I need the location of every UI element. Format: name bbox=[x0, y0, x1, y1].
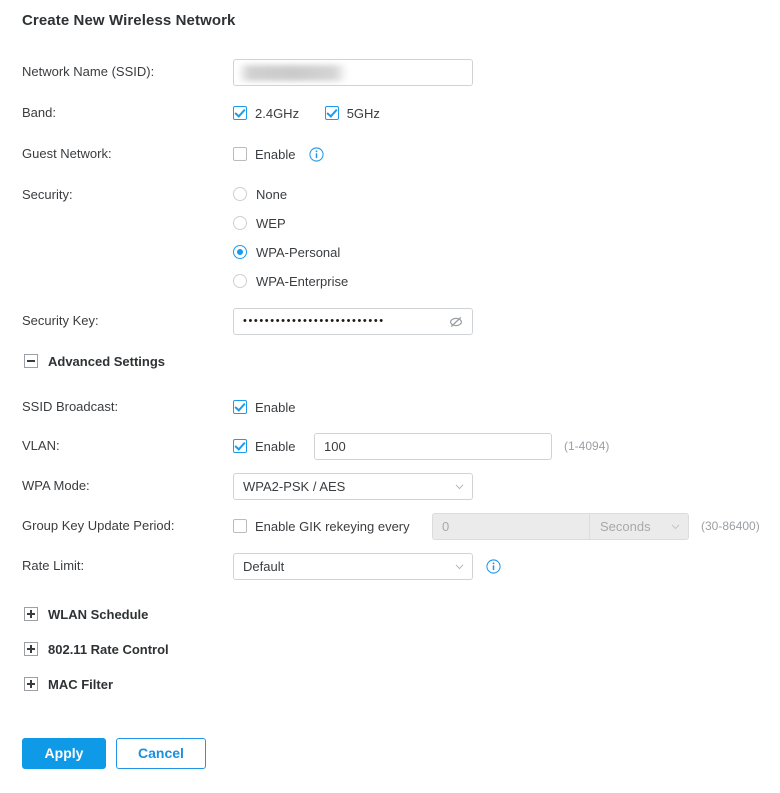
apply-button[interactable]: Apply bbox=[22, 738, 106, 769]
row-rate-limit: Rate Limit: Default bbox=[0, 553, 780, 580]
radio-circle bbox=[233, 187, 247, 201]
row-guest-network: Guest Network: Enable bbox=[0, 141, 780, 167]
security-option-wpa-enterprise[interactable]: WPA-Enterprise bbox=[233, 270, 348, 292]
rate-limit-value: Default bbox=[243, 559, 285, 574]
row-security: Security: bbox=[0, 182, 780, 292]
page-title: Create New Wireless Network bbox=[22, 12, 236, 29]
guest-network-info-icon[interactable] bbox=[309, 141, 324, 167]
rate-limit-select[interactable]: Default bbox=[233, 553, 473, 580]
mac-filter-label: MAC Filter bbox=[48, 676, 113, 692]
wlan-schedule-label: WLAN Schedule bbox=[48, 606, 149, 622]
section-toggle-rate-control[interactable]: 802.11 Rate Control bbox=[24, 640, 169, 658]
gik-rekeying-label: Enable GIK rekeying every bbox=[255, 518, 410, 534]
band-24ghz-label: 2.4GHz bbox=[255, 105, 300, 121]
group-key-update-label: Group Key Update Period: bbox=[22, 518, 175, 533]
ssid-broadcast-checkbox[interactable]: Enable bbox=[233, 394, 295, 420]
cancel-button[interactable]: Cancel bbox=[116, 738, 206, 769]
plus-box-icon bbox=[24, 642, 38, 656]
advanced-settings-toggle[interactable]: Advanced Settings bbox=[24, 352, 165, 370]
minus-box-icon bbox=[24, 354, 38, 368]
band-5ghz-label: 5GHz bbox=[346, 105, 380, 121]
security-option-wep[interactable]: WEP bbox=[233, 212, 286, 234]
wpa-mode-select[interactable]: WPA2-PSK / AES bbox=[233, 473, 473, 500]
checkbox-box bbox=[324, 106, 339, 120]
checkbox-box bbox=[233, 106, 247, 120]
ssid-input[interactable] bbox=[233, 59, 473, 86]
rate-limit-info-icon[interactable] bbox=[486, 559, 501, 574]
radio-circle bbox=[233, 216, 247, 230]
radio-circle bbox=[233, 245, 247, 259]
security-key-label: Security Key: bbox=[22, 313, 99, 328]
row-ssid-broadcast: SSID Broadcast: Enable bbox=[0, 394, 780, 420]
vlan-label: VLAN: bbox=[22, 438, 60, 453]
gik-unit-value: Seconds bbox=[600, 519, 651, 534]
row-wpa-mode: WPA Mode: WPA2-PSK / AES bbox=[0, 473, 780, 500]
create-wireless-network-form: Create New Wireless Network Network Name… bbox=[0, 0, 780, 793]
ssid-broadcast-enable-label: Enable bbox=[255, 399, 296, 415]
row-ssid: Network Name (SSID): bbox=[0, 59, 780, 86]
checkbox-box bbox=[233, 439, 247, 453]
section-toggle-wlan-schedule[interactable]: WLAN Schedule bbox=[24, 605, 148, 623]
ssid-broadcast-label: SSID Broadcast: bbox=[22, 399, 119, 414]
band-checkbox-24ghz[interactable]: 2.4GHz bbox=[233, 100, 299, 126]
chevron-down-icon bbox=[671, 524, 680, 530]
info-icon bbox=[309, 146, 324, 162]
guest-network-checkbox[interactable]: Enable bbox=[233, 141, 295, 167]
wpa-mode-value: WPA2-PSK / AES bbox=[243, 479, 346, 494]
checkbox-box bbox=[233, 147, 247, 161]
chevron-down-icon bbox=[455, 484, 464, 490]
security-key-input[interactable]: •••••••••••••••••••••••••• bbox=[233, 308, 473, 335]
plus-box-icon bbox=[24, 607, 38, 621]
gik-interval-input: 0 bbox=[432, 513, 589, 540]
row-security-key: Security Key: •••••••••••••••••••••••••• bbox=[0, 308, 780, 335]
vlan-checkbox[interactable]: Enable bbox=[233, 433, 295, 459]
vlan-enable-label: Enable bbox=[255, 438, 296, 454]
band-checkbox-5ghz[interactable]: 5GHz bbox=[324, 100, 380, 126]
chevron-down-icon bbox=[455, 564, 464, 570]
advanced-settings-label: Advanced Settings bbox=[48, 353, 166, 369]
security-none-label: None bbox=[256, 186, 288, 202]
vlan-range-hint: (1-4094) bbox=[564, 439, 610, 453]
eye-off-icon[interactable] bbox=[448, 314, 464, 330]
checkbox-box bbox=[233, 519, 247, 533]
radio-circle bbox=[233, 274, 247, 288]
rate-limit-label: Rate Limit: bbox=[22, 558, 85, 573]
row-vlan: VLAN: Enable 100 (1-4094) bbox=[0, 433, 780, 460]
ssid-label: Network Name (SSID): bbox=[22, 64, 155, 79]
plus-box-icon bbox=[24, 677, 38, 691]
gik-range-hint: (30-86400) bbox=[701, 519, 760, 533]
row-group-key-update: Group Key Update Period: Enable GIK reke… bbox=[0, 513, 780, 540]
redacted-ssid-value bbox=[239, 65, 347, 81]
security-wep-label: WEP bbox=[256, 215, 286, 231]
gik-unit-select: Seconds bbox=[589, 513, 689, 540]
security-option-wpa-personal[interactable]: WPA-Personal bbox=[233, 241, 340, 263]
vlan-id-input[interactable]: 100 bbox=[314, 433, 552, 460]
guest-network-label: Guest Network: bbox=[22, 146, 112, 161]
section-toggle-mac-filter[interactable]: MAC Filter bbox=[24, 675, 113, 693]
gik-rekeying-checkbox[interactable]: Enable GIK rekeying every bbox=[233, 513, 410, 539]
security-label: Security: bbox=[22, 187, 73, 202]
band-label: Band: bbox=[22, 105, 56, 120]
guest-network-enable-label: Enable bbox=[255, 146, 296, 162]
wpa-mode-label: WPA Mode: bbox=[22, 478, 90, 493]
checkbox-box bbox=[233, 400, 247, 414]
info-icon bbox=[486, 559, 501, 574]
security-wpa-personal-label: WPA-Personal bbox=[256, 244, 341, 260]
security-wpa-enterprise-label: WPA-Enterprise bbox=[256, 273, 349, 289]
row-band: Band: 2.4GHz 5GHz bbox=[0, 100, 780, 126]
security-key-value: •••••••••••••••••••••••••• bbox=[243, 315, 385, 327]
security-option-none[interactable]: None bbox=[233, 183, 287, 205]
rate-control-label: 802.11 Rate Control bbox=[48, 641, 169, 657]
